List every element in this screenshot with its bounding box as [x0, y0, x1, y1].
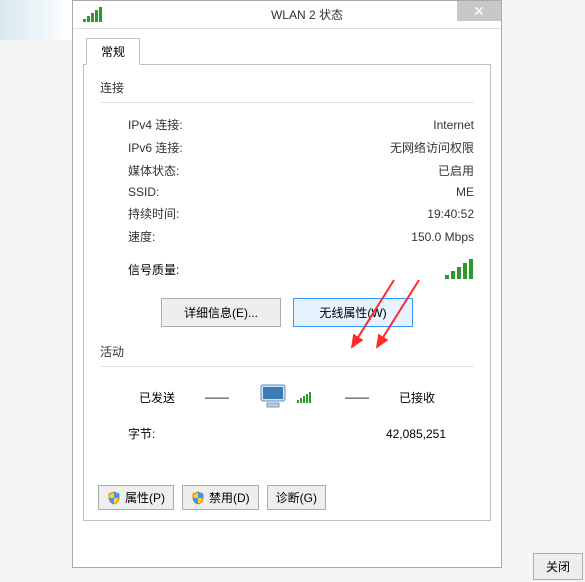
speed-label: 速度:	[128, 228, 155, 245]
uac-shield-icon	[107, 491, 121, 505]
ssid-row: SSID: ME	[100, 182, 474, 202]
bytes-received-value: 42,085,251	[386, 427, 446, 441]
signal-bars-icon	[444, 258, 474, 280]
details-button[interactable]: 详细信息(E)...	[161, 298, 281, 327]
received-label: 已接收	[399, 389, 435, 406]
activity-section-title: 活动	[100, 343, 474, 360]
ipv6-value: 无网络访问权限	[390, 139, 474, 156]
ipv6-label: IPv6 连接:	[128, 139, 183, 156]
wlan-status-dialog: WLAN 2 状态 ✕ 常规 连接 IPv4 连接: Internet IPv6…	[72, 0, 502, 568]
bytes-row: 字节: 42,085,251	[100, 417, 474, 442]
close-button[interactable]: 关闭	[533, 553, 583, 580]
diagnose-button[interactable]: 诊断(G)	[267, 485, 326, 510]
wifi-signal-icon	[73, 7, 113, 23]
ssid-label: SSID:	[128, 185, 159, 199]
connection-section-title: 连接	[100, 79, 474, 96]
properties-button-label: 属性(P)	[125, 489, 165, 506]
separator-dash: ——	[205, 390, 229, 404]
speed-value: 150.0 Mbps	[411, 230, 474, 244]
media-value: 已启用	[438, 162, 474, 179]
wireless-properties-button[interactable]: 无线属性(W)	[293, 298, 413, 327]
media-label: 媒体状态:	[128, 162, 179, 179]
media-state-row: 媒体状态: 已启用	[100, 159, 474, 182]
titlebar: WLAN 2 状态 ✕	[73, 1, 501, 29]
ssid-value: ME	[456, 185, 474, 199]
ipv4-label: IPv4 连接:	[128, 116, 183, 133]
close-icon[interactable]: ✕	[457, 1, 501, 21]
duration-row: 持续时间: 19:40:52	[100, 202, 474, 225]
activity-row: 已发送 —— ——	[100, 377, 474, 417]
separator-dash: ——	[345, 390, 369, 404]
speed-row: 速度: 150.0 Mbps	[100, 225, 474, 248]
diagnose-button-label: 诊断(G)	[276, 489, 317, 506]
bytes-label: 字节:	[128, 425, 155, 442]
computer-activity-icon	[259, 383, 315, 411]
signal-label: 信号质量:	[128, 261, 179, 278]
ipv4-row: IPv4 连接: Internet	[100, 113, 474, 136]
signal-quality-row: 信号质量:	[100, 248, 474, 288]
ipv6-row: IPv6 连接: 无网络访问权限	[100, 136, 474, 159]
tab-panel: 连接 IPv4 连接: Internet IPv6 连接: 无网络访问权限 媒体…	[83, 65, 491, 521]
tab-general[interactable]: 常规	[86, 38, 140, 65]
duration-label: 持续时间:	[128, 205, 179, 222]
sent-label: 已发送	[139, 389, 175, 406]
uac-shield-icon	[191, 491, 205, 505]
disable-button-label: 禁用(D)	[209, 489, 250, 506]
tab-strip: 常规	[83, 37, 491, 65]
window-title: WLAN 2 状态	[113, 6, 501, 23]
duration-value: 19:40:52	[427, 207, 474, 221]
properties-button[interactable]: 属性(P)	[98, 485, 174, 510]
ipv4-value: Internet	[433, 118, 474, 132]
disable-button[interactable]: 禁用(D)	[182, 485, 259, 510]
